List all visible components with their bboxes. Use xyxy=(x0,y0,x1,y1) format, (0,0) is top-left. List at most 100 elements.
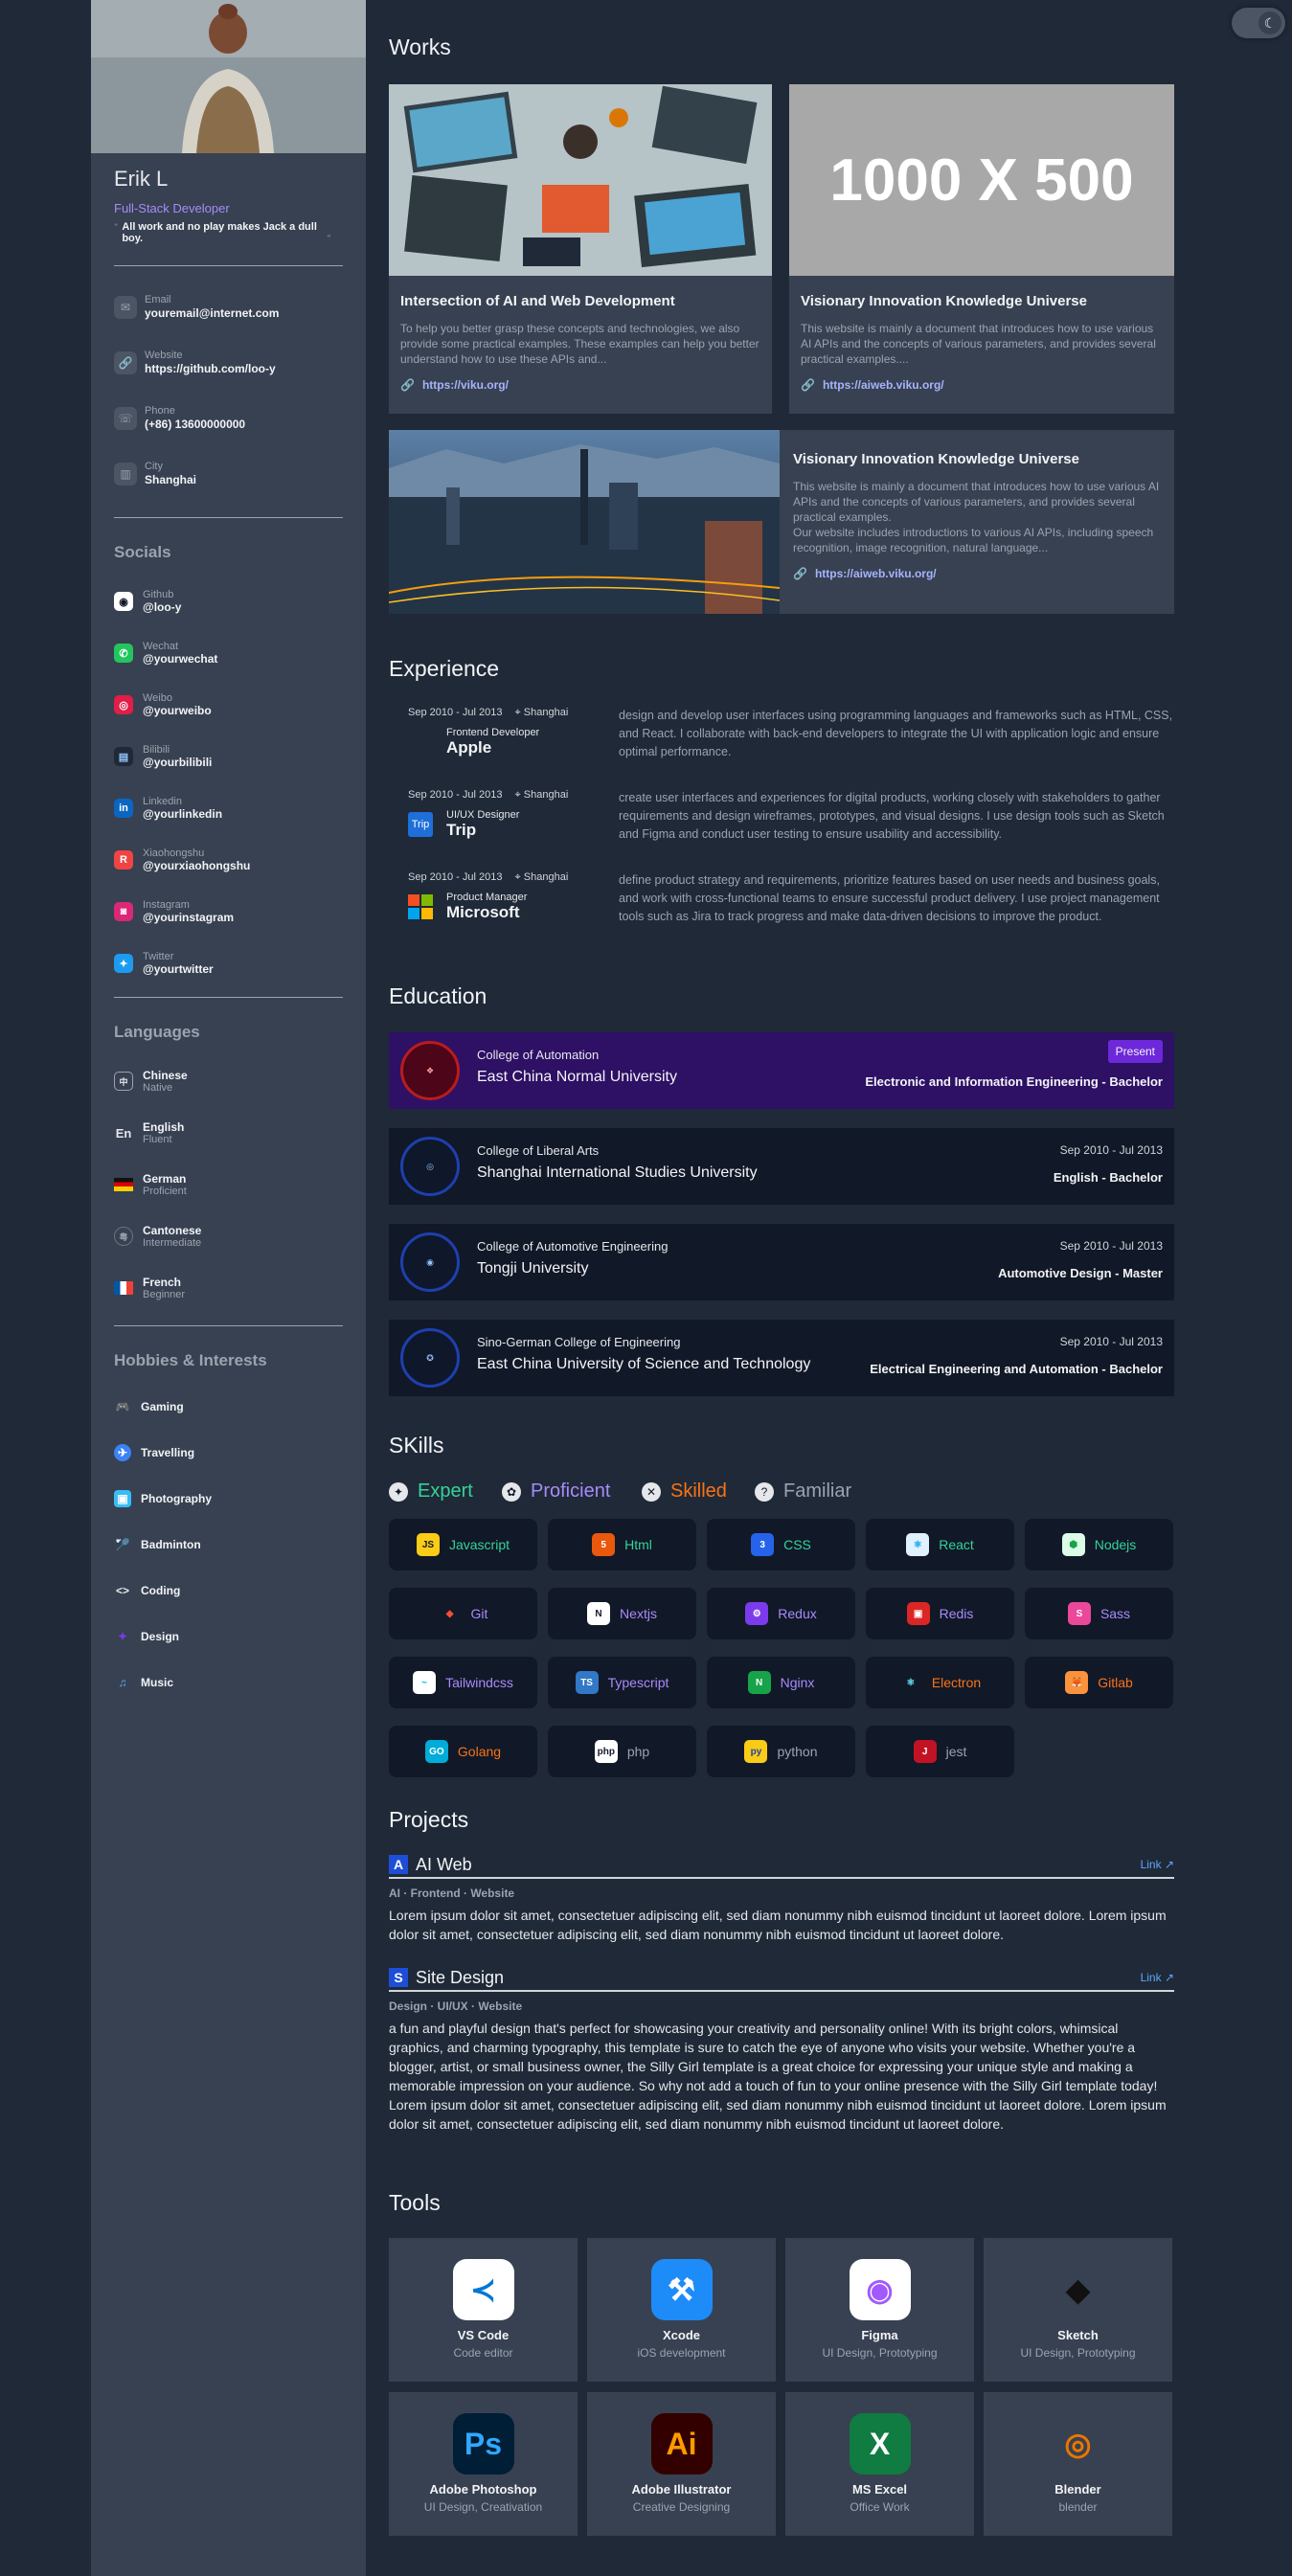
experience-city: Shanghai xyxy=(523,789,569,801)
tool-ms-excel[interactable]: X MS Excel Office Work xyxy=(785,2392,974,2536)
skill-html[interactable]: 5 Html xyxy=(548,1519,696,1570)
works-title: Works xyxy=(389,34,451,59)
skill-python[interactable]: py python xyxy=(707,1726,855,1777)
skill-nginx[interactable]: N Nginx xyxy=(707,1657,855,1708)
education-item[interactable]: ◎ College of Liberal Arts Shanghai Inter… xyxy=(389,1128,1174,1205)
social-item-xiaohongshu[interactable]: R Xiaohongshu @yourxiaohongshu xyxy=(114,834,343,886)
contact-phone[interactable]: ☏ Phone (+86) 13600000000 xyxy=(114,391,343,446)
work-link[interactable]: 🔗 https://aiweb.viku.org/ xyxy=(793,567,1167,580)
tool-desc: UI Design, Prototyping xyxy=(822,2346,938,2360)
project-tags: AI · Frontend · Website xyxy=(389,1887,515,1900)
language-item: 粤 Cantonese Intermediate xyxy=(114,1210,343,1262)
project-link[interactable]: Link ↗ xyxy=(1141,1858,1174,1871)
skill-php[interactable]: php php xyxy=(548,1726,696,1777)
experience-city: Shanghai xyxy=(523,871,569,883)
work-card[interactable]: Intersection of AI and Web Development T… xyxy=(389,84,772,414)
tool-vs-code[interactable]: ≺ VS Code Code editor xyxy=(389,2238,578,2382)
tool-desc: iOS development xyxy=(637,2346,726,2360)
hobby-label: Design xyxy=(141,1630,180,1643)
education-item[interactable]: ◉ College of Automotive Engineering Tong… xyxy=(389,1224,1174,1300)
tailwindcss-icon: ~ xyxy=(413,1671,437,1694)
skill-level-icon: ✦ xyxy=(389,1481,408,1502)
work-link-text[interactable]: https://aiweb.viku.org/ xyxy=(823,378,944,392)
social-text: Wechat @yourwechat xyxy=(143,641,217,666)
skill-electron[interactable]: ⚛ Electron xyxy=(866,1657,1014,1708)
tool-blender[interactable]: ◎ Blender blender xyxy=(984,2392,1172,2536)
link-icon: 🔗 xyxy=(114,351,137,374)
contact-email[interactable]: ✉ Email youremail@internet.com xyxy=(114,280,343,335)
project-link[interactable]: Link ↗ xyxy=(1141,1971,1174,1984)
theme-toggle[interactable]: ☾ xyxy=(1232,8,1285,38)
skill-golang[interactable]: GO Golang xyxy=(389,1726,537,1777)
trip-logo-icon: Trip xyxy=(408,812,433,837)
skill-sass[interactable]: S Sass xyxy=(1025,1588,1173,1639)
tool-adobe-illustrator[interactable]: Ai Adobe Illustrator Creative Designing xyxy=(587,2392,776,2536)
socials-title: Socials xyxy=(114,543,171,561)
skill-nodejs[interactable]: ⬢ Nodejs xyxy=(1025,1519,1173,1570)
experience-date-line: Sep 2010 - Jul 2013 ⌖ Shanghai xyxy=(408,871,600,884)
skill-level-icon: ? xyxy=(755,1481,774,1502)
contact-label: City xyxy=(145,461,163,472)
nextjs-icon: N xyxy=(587,1602,611,1625)
social-list: ◉ Github @loo-y ✆ Wechat @yourwechat ◎ Weibo @yo… xyxy=(114,576,343,989)
social-item-bilibili[interactable]: ▤ Bilibili @yourbilibili xyxy=(114,731,343,782)
social-item-github[interactable]: ◉ Github @loo-y xyxy=(114,576,343,627)
skill-label: Html xyxy=(624,1537,652,1552)
skill-label: Javascript xyxy=(448,1537,510,1552)
education-item[interactable]: ❖ College of Automation East China Norma… xyxy=(389,1032,1174,1109)
education-item[interactable]: ✪ Sino-German College of Engineering Eas… xyxy=(389,1320,1174,1396)
skill-javascript[interactable]: JS Javascript xyxy=(389,1519,537,1570)
work-link[interactable]: 🔗 https://aiweb.viku.org/ xyxy=(801,378,1163,392)
education-degree: English - Bachelor xyxy=(1053,1170,1163,1185)
city-image xyxy=(389,430,780,614)
skill-typescript[interactable]: TS Typescript xyxy=(548,1657,696,1708)
language-item: 中 Chinese Native xyxy=(114,1055,343,1107)
contact-website[interactable]: 🔗 Website https://github.com/loo-y xyxy=(114,335,343,391)
tool-name: Sketch xyxy=(1057,2328,1099,2342)
tool-name: MS Excel xyxy=(851,2482,908,2497)
gitlab-icon: 🦊 xyxy=(1065,1671,1089,1694)
html-icon: 5 xyxy=(592,1533,616,1556)
skill-gitlab[interactable]: 🦊 Gitlab xyxy=(1025,1657,1173,1708)
social-text: Weibo @yourweibo xyxy=(143,692,212,717)
social-text: Linkedin @yourlinkedin xyxy=(143,796,222,821)
social-item-linkedin[interactable]: in Linkedin @yourlinkedin xyxy=(114,782,343,834)
quote-text: All work and no play makes Jack a dull b… xyxy=(122,221,317,244)
project-title: AI Web xyxy=(416,1854,472,1874)
tool-sketch[interactable]: ◆ Sketch UI Design, Prototyping xyxy=(984,2238,1172,2382)
tool-xcode[interactable]: ⚒ Xcode iOS development xyxy=(587,2238,776,2382)
tools-title: Tools xyxy=(389,2190,441,2215)
skill-jest[interactable]: Jjest xyxy=(866,1726,1014,1777)
work-card-wide[interactable]: Visionary Innovation Knowledge Universe … xyxy=(389,430,1174,614)
work-card[interactable]: 1000 X 500 Visionary Innovation Knowledg… xyxy=(789,84,1174,414)
university-seal-icon: ◉ xyxy=(400,1232,460,1292)
hobby-item: ♫ Music xyxy=(114,1660,343,1706)
profile-photo xyxy=(91,0,366,153)
skill-level-icon: ✿ xyxy=(502,1481,521,1502)
social-item-wechat[interactable]: ✆ Wechat @yourwechat xyxy=(114,627,343,679)
social-item-weibo[interactable]: ◎ Weibo @yourweibo xyxy=(114,679,343,731)
skill-nextjs[interactable]: N Nextjs xyxy=(548,1588,696,1639)
work-link-text[interactable]: https://viku.org/ xyxy=(422,378,509,392)
skill-redux[interactable]: ⚙ Redux xyxy=(707,1588,855,1639)
social-item-instagram[interactable]: ◙ Instagram @yourinstagram xyxy=(114,886,343,938)
skill-css[interactable]: 3 CSS xyxy=(707,1519,855,1570)
building-icon: ▥ xyxy=(114,463,137,486)
skill-tailwindcss[interactable]: ~ Tailwindcss xyxy=(389,1657,537,1708)
quote-open-icon: ❝ xyxy=(114,222,119,231)
skill-react[interactable]: ⚛ React xyxy=(866,1519,1014,1570)
tool-name: Figma xyxy=(861,2328,898,2342)
tool-figma[interactable]: ◉ Figma UI Design, Prototyping xyxy=(785,2238,974,2382)
work-link-text[interactable]: https://aiweb.viku.org/ xyxy=(815,567,937,580)
social-item-twitter[interactable]: ✦ Twitter @yourtwitter xyxy=(114,938,343,989)
hobby-label: Gaming xyxy=(141,1400,184,1413)
skill-git[interactable]: ◆ Git xyxy=(389,1588,537,1639)
work-link[interactable]: 🔗 https://viku.org/ xyxy=(400,378,760,392)
hobby-label: Coding xyxy=(141,1584,181,1597)
javascript-icon: JS xyxy=(416,1533,440,1556)
experience-role: UI/UX Designer xyxy=(446,809,520,821)
tool-adobe-photoshop[interactable]: Ps Adobe Photoshop UI Design, Creativation xyxy=(389,2392,578,2536)
university-seal-icon: ◎ xyxy=(400,1137,460,1196)
php-icon: php xyxy=(594,1740,618,1763)
skill-redis[interactable]: ▣ Redis xyxy=(866,1588,1014,1639)
